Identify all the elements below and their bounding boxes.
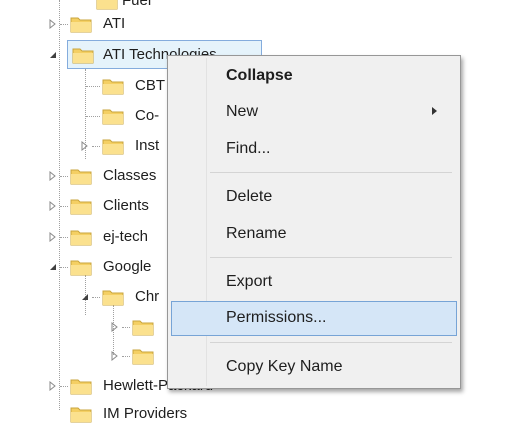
menu-item-delete[interactable]: Delete [171, 181, 457, 212]
collapsed-arrow-icon[interactable] [80, 141, 90, 151]
menu-item-rename[interactable]: Rename [171, 218, 457, 249]
folder-icon [70, 197, 92, 215]
collapsed-arrow-icon[interactable] [110, 322, 120, 332]
collapsed-arrow-icon[interactable] [48, 232, 58, 242]
folder-icon [132, 318, 154, 336]
menu-item-permissions[interactable]: Permissions... [171, 301, 457, 336]
menu-separator [210, 342, 452, 343]
folder-icon [70, 377, 92, 395]
folder-icon [102, 77, 124, 95]
menu-item-label: Permissions... [226, 309, 327, 326]
folder-icon [70, 405, 92, 423]
menu-item-collapse[interactable]: Collapse [171, 60, 457, 91]
menu-item-label: Find... [226, 140, 271, 157]
tree-item-ati[interactable]: ATI [0, 9, 300, 38]
tree-item-label: Inst [135, 137, 160, 154]
collapsed-arrow-icon[interactable] [48, 381, 58, 391]
tree-item-label: ATI [103, 15, 126, 32]
menu-separator [210, 257, 452, 258]
expanded-arrow-icon[interactable] [48, 50, 58, 60]
collapsed-arrow-icon[interactable] [48, 19, 58, 29]
menu-item-export[interactable]: Export [171, 266, 457, 297]
submenu-arrow-icon [432, 107, 437, 115]
tree-item-label: Classes [103, 167, 157, 184]
folder-icon [70, 228, 92, 246]
tree-item-im-providers[interactable]: IM Providers [0, 399, 300, 428]
collapsed-arrow-icon[interactable] [110, 351, 120, 361]
tree-item-label: CBT [135, 77, 165, 94]
menu-item-label: Delete [226, 188, 273, 205]
folder-icon [102, 107, 124, 125]
menu-item-copy-key-name[interactable]: Copy Key Name [171, 351, 457, 382]
expanded-arrow-icon[interactable] [80, 292, 90, 302]
menu-item-find[interactable]: Find... [171, 133, 457, 164]
collapsed-arrow-icon[interactable] [48, 171, 58, 181]
menu-item-label: New [226, 103, 259, 120]
collapsed-arrow-icon[interactable] [48, 201, 58, 211]
folder-icon [132, 347, 154, 365]
tree-item-label: Co- [135, 107, 160, 124]
folder-icon [72, 46, 94, 64]
expanded-arrow-icon[interactable] [48, 262, 58, 272]
folder-icon [70, 15, 92, 33]
menu-item-label: Copy Key Name [226, 358, 343, 375]
menu-item-label: Collapse [226, 67, 293, 84]
menu-item-new[interactable]: New [171, 96, 457, 127]
tree-item-label: ej-tech [103, 228, 149, 245]
folder-icon [102, 288, 124, 306]
context-menu: Collapse New Find... Delete Rename Expor… [167, 55, 461, 389]
folder-icon [102, 137, 124, 155]
folder-icon [70, 258, 92, 276]
menu-item-label: Export [226, 273, 273, 290]
tree-item-label: Google [103, 258, 152, 275]
menu-item-label: Rename [226, 225, 287, 242]
tree-item-label: IM Providers [103, 405, 188, 422]
tree-item-label: Chr [135, 288, 160, 305]
tree-item-label: Clients [103, 197, 149, 214]
folder-icon [70, 167, 92, 185]
menu-separator [210, 172, 452, 173]
